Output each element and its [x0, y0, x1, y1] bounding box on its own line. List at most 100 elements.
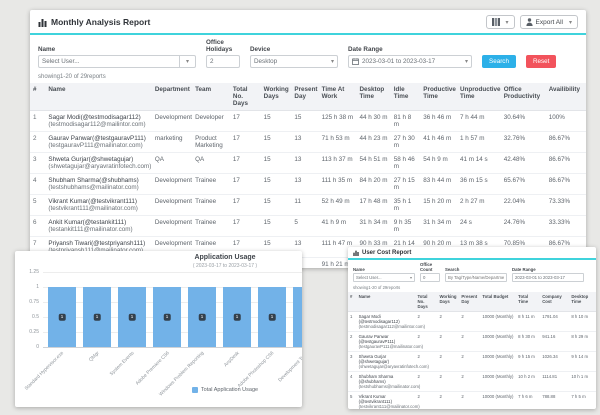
row-number: 3: [348, 352, 357, 372]
uc-office-count-input[interactable]: 0: [420, 273, 440, 282]
total-time-cell: 8 h 11 m: [516, 312, 540, 332]
uc-user-select[interactable]: Select User... ▾: [353, 273, 415, 282]
desktop-time-cell: 84 h 20 m: [356, 174, 390, 195]
office-productivity-cell: 30.64%: [501, 111, 546, 132]
table-row: 6Ankit Kumar(@testankit111)(testankit111…: [30, 216, 586, 237]
present-day-cell: 2: [459, 352, 480, 372]
report-title-wrap: Monthly Analysis Report: [38, 17, 150, 27]
availability-cell: 86.67%: [546, 153, 586, 174]
office-holidays-input[interactable]: 2: [206, 55, 240, 68]
user-email: (testshubhams@mailinator.com): [48, 184, 148, 191]
table-row: 5Vikrant Kumar (@testvikrant111)(testvik…: [348, 392, 596, 410]
user-cost-table-body: 1Sagar Modi (@testmodisagar112)(testmodi…: [348, 312, 596, 410]
company-cost-cell: 1114.81: [540, 372, 569, 392]
user-email: (testvikrant111@mailinator.com): [48, 205, 148, 212]
uc-search-input[interactable]: [445, 273, 507, 282]
reset-button[interactable]: Reset: [526, 55, 556, 68]
y-axis-tick-label: 0.25: [15, 329, 39, 335]
total-budget-cell: 10000 (Monthly): [480, 352, 516, 372]
working-days-cell: 2: [437, 352, 459, 372]
desktop-time-cell: 9 h 14 m: [569, 352, 596, 372]
columns-menu-button[interactable]: ▾: [486, 15, 515, 29]
user-name-cell: Vikrant Kumar (@testvikrant111)(testvikr…: [357, 392, 416, 410]
usage-bar[interactable]: [293, 287, 302, 347]
user-name-cell: Gaurav Panwar(@testgauravP111)(testgaura…: [45, 132, 151, 153]
user-name-cell: Shubham Sharma(@shubhams)(testshubhams@m…: [45, 174, 151, 195]
device-select-value: Desktop: [254, 58, 328, 65]
uc-office-count-label: Office Count: [420, 262, 440, 272]
working-days-cell: 15: [261, 153, 292, 174]
row-number: 4: [30, 174, 45, 195]
export-all-button[interactable]: Export All ▾: [520, 15, 578, 29]
idle-time-cell: 9 h 35 m: [391, 216, 421, 237]
table-row: 2 Gaurav Panwar (@testgauravP111)(testgau…: [348, 332, 596, 352]
office-holidays-value: 2: [210, 58, 214, 65]
column-header: Unproductive Time: [457, 83, 501, 111]
date-range-value: 2023-03-01 to 2023-03-17: [362, 58, 462, 65]
desktop-time-cell: 17 h 48 m: [356, 195, 390, 216]
user-name-cell: Sagar Modi (@testmodisagar112)(testmodis…: [357, 312, 416, 332]
availability-cell: 33.33%: [546, 216, 586, 237]
gridline: [43, 347, 302, 348]
total-days-cell: 17: [230, 153, 261, 174]
column-header: Total Time: [516, 292, 540, 312]
company-cost-cell: 941.16: [540, 332, 569, 352]
chart-legend[interactable]: Total Application Usage: [15, 387, 302, 393]
productive-time-cell: 41 h 46 m: [420, 132, 457, 153]
desktop-time-cell: 8 h 10 m: [569, 312, 596, 332]
total-days-cell: 17: [230, 216, 261, 237]
date-range-input[interactable]: 2023-03-01 to 2023-03-17 ▾: [348, 55, 472, 68]
column-header: Availibility: [546, 83, 586, 111]
user-select[interactable]: Select User... ▾: [38, 55, 196, 68]
filter-bar: Name Select User... ▾ Office Holidays 2 …: [30, 35, 586, 73]
column-header: Working Days: [437, 292, 459, 312]
uc-date-range-value: 2023-03-01 to 2023-03-17: [515, 275, 565, 280]
user-cost-filter-bar: Name Select User... ▾ Office Count 0 Sea…: [348, 260, 596, 285]
total-days-cell: 17: [230, 195, 261, 216]
present-day-cell: 13: [291, 132, 318, 153]
application-usage-chart: Application Usage ( 2023-03-17 to 2023-0…: [15, 251, 302, 407]
y-axis-tick-label: 0: [15, 344, 39, 350]
desktop-time-cell: 44 h 30 m: [356, 111, 390, 132]
user-name: Vikrant Kumar(@testvikrant111): [48, 198, 148, 205]
total-time-cell: 9 h 15 m: [516, 352, 540, 372]
user-cost-table-header-row: #NameTotal No. DaysWorking DaysPresent D…: [348, 292, 596, 312]
office-productivity-cell: 32.76%: [501, 132, 546, 153]
department-cell: marketing: [152, 132, 192, 153]
search-button[interactable]: Search: [482, 55, 516, 68]
column-header: Present Day: [459, 292, 480, 312]
x-axis-category-label: Standard Hypervisor.exe: [25, 351, 66, 392]
time-at-work-cell: 52 h 49 m: [319, 195, 357, 216]
bar-value-label: 1: [59, 314, 66, 321]
uc-date-range-input[interactable]: 2023-03-01 to 2023-03-17: [512, 273, 584, 282]
time-at-work-cell: 111 h 35 m: [319, 174, 357, 195]
device-select[interactable]: Desktop ▾: [250, 55, 338, 68]
table-row: 4Shubham Sharma(@shubhams)(testshubhams@…: [30, 174, 586, 195]
total-budget-cell: 10000 (Monthly): [480, 332, 516, 352]
table-row: 5Vikrant Kumar(@testvikrant111)(testvikr…: [30, 195, 586, 216]
x-axis-category-label: Adobe Premiere CS6: [135, 351, 171, 387]
desktop-time-cell: 8 h 29 m: [569, 332, 596, 352]
idle-time-cell: 81 h 8 m: [391, 111, 421, 132]
column-header: Total Budget: [480, 292, 516, 312]
working-days-cell: 2: [437, 332, 459, 352]
legend-swatch-icon: [192, 387, 198, 393]
row-number: 6: [30, 216, 45, 237]
time-at-work-cell: 41 h 9 m: [319, 216, 357, 237]
column-header: Total No. Days: [230, 83, 261, 111]
team-cell: Trainee: [192, 174, 230, 195]
bar-value-label: 1: [269, 314, 276, 321]
column-header: Department: [152, 83, 192, 111]
select-caret-box[interactable]: ▾: [179, 56, 192, 67]
analysis-table: #NameDepartmentTeamTotal No. DaysWorking…: [30, 83, 586, 268]
application-usage-window: Application Usage ( 2023-03-17 to 2023-0…: [15, 251, 302, 407]
team-cell: Developer: [192, 111, 230, 132]
user-name: Ankit Kumar(@testankit111): [48, 219, 148, 226]
user-name-cell: Gaurav Panwar (@testgauravP111)(testgaur…: [357, 332, 416, 352]
office-productivity-cell: 65.67%: [501, 174, 546, 195]
present-day-cell: 13: [291, 153, 318, 174]
bar-chart-icon: [353, 250, 359, 256]
department-cell: Development: [152, 174, 192, 195]
column-header: #: [30, 83, 45, 111]
table-row: 1Sagar Modi (@testmodisagar112)(testmodi…: [348, 312, 596, 332]
